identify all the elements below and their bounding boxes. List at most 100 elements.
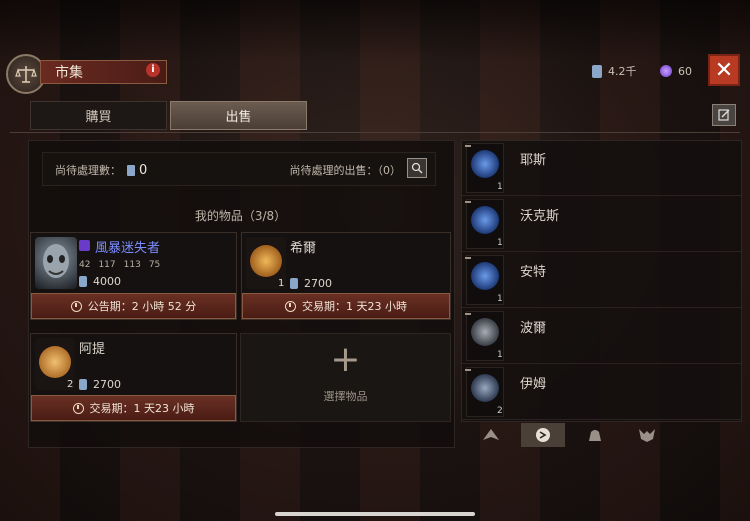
tab-category-misc[interactable] xyxy=(625,423,669,447)
tab-buy[interactable]: 購買 xyxy=(30,101,167,130)
home-indicator xyxy=(275,512,475,516)
rune-list-item[interactable]: 1 波爾 xyxy=(462,309,741,364)
rune-mark-icon xyxy=(465,201,471,209)
rune-list-item[interactable]: 2 伊姆 xyxy=(462,365,741,420)
clock-icon xyxy=(72,402,84,414)
close-button[interactable]: ✕ xyxy=(708,54,740,86)
item-price: 2700 xyxy=(290,277,332,290)
rune-name: 耶斯 xyxy=(520,153,547,168)
rune-slot: 1 xyxy=(465,255,504,305)
item-price: 4000 xyxy=(79,275,121,288)
price-value: 2700 xyxy=(304,277,332,290)
rune-list-item[interactable]: 1 耶斯 xyxy=(462,141,741,196)
price-coin-icon xyxy=(290,278,298,289)
rarity-gem-icon xyxy=(79,240,90,251)
item-stats: 42 117 113 75 xyxy=(79,260,160,270)
edit-list-button[interactable] xyxy=(712,104,736,126)
pending-count-label: 尚待處理數： xyxy=(55,164,121,177)
tab-divider xyxy=(10,132,740,133)
mask-glyph xyxy=(43,244,69,278)
select-item-slot[interactable]: + 選擇物品 xyxy=(240,333,451,422)
item-quantity: 1 xyxy=(278,278,285,289)
edit-icon xyxy=(718,109,730,121)
rune-mark-icon xyxy=(465,145,471,153)
pending-bar: 尚待處理數： 0 尚待處理的出售：（0） xyxy=(42,152,436,186)
pending-doc-icon xyxy=(127,164,135,176)
rune-mark-icon xyxy=(465,313,471,321)
rune-slot: 1 xyxy=(465,311,504,361)
rune-quantity: 2 xyxy=(497,406,503,416)
gem-icon xyxy=(660,65,672,77)
inventory-title: 我的物品（3/8） xyxy=(194,209,287,223)
rune-name: 沃克斯 xyxy=(520,209,560,224)
tab-category-gear[interactable] xyxy=(469,423,513,447)
item-quantity: 2 xyxy=(67,379,74,390)
rune-orb-icon xyxy=(471,374,499,402)
item-card-storm[interactable]: 風暴迷失者 42 117 113 75 4000 公告期：2 小時 52 分 xyxy=(30,232,237,320)
stat-value: 75 xyxy=(148,260,161,270)
rune-quantity: 1 xyxy=(497,238,503,248)
price-value: 4000 xyxy=(93,275,121,288)
listing-status-bar: 交易期：1 天23 小時 xyxy=(31,395,236,421)
listing-status-bar: 交易期：1 天23 小時 xyxy=(242,293,450,319)
status-text: 交易期：1 天23 小時 xyxy=(302,300,407,313)
rune-slot: 1 xyxy=(465,143,504,193)
item-name: 風暴迷失者 xyxy=(95,241,161,256)
rune-slot: 1 xyxy=(465,199,504,249)
price-coin-icon xyxy=(79,379,87,390)
rune-name: 伊姆 xyxy=(520,377,547,392)
select-item-label: 選擇物品 xyxy=(323,390,368,403)
rune-name: 安特 xyxy=(520,265,547,280)
rune-name: 波爾 xyxy=(520,321,547,336)
status-text: 交易期：1 天23 小時 xyxy=(89,402,195,415)
gold-currency: 4.2千 xyxy=(592,63,637,79)
stat-value: 117 xyxy=(98,260,116,270)
pending-count-group: 尚待處理數： 0 xyxy=(55,162,147,178)
info-icon[interactable]: i xyxy=(146,63,160,77)
gem-currency: 60 xyxy=(660,63,692,79)
pending-sales-button[interactable] xyxy=(407,158,427,178)
item-name: 希爾 xyxy=(290,241,317,256)
category-tabs xyxy=(461,422,740,448)
item-price: 2700 xyxy=(79,378,121,391)
bag-icon xyxy=(589,430,601,441)
armor-icon xyxy=(483,429,499,440)
pending-sales-label: 尚待處理的出售：（0） xyxy=(289,164,402,177)
stat-value: 42 xyxy=(79,260,91,270)
clock-icon xyxy=(285,300,296,312)
rune-list-panel: 1 耶斯 1 沃克斯 1 安特 1 波爾 2 伊姆 xyxy=(461,140,742,422)
gold-amount: 4.2千 xyxy=(608,65,637,78)
rune-orb-icon xyxy=(471,262,499,290)
rune-orb-icon xyxy=(471,206,499,234)
rune-orb-icon xyxy=(471,150,499,178)
demon-icon xyxy=(639,429,655,442)
helmet-item-icon xyxy=(35,237,77,289)
item-card-rune-1[interactable]: 1 希爾 2700 交易期：1 天23 小時 xyxy=(241,232,451,320)
item-card-rune-2[interactable]: 2 阿提 2700 交易期：1 天23 小時 xyxy=(30,333,237,422)
item-name: 阿提 xyxy=(79,342,106,357)
tab-sell[interactable]: 出售 xyxy=(170,101,307,130)
search-icon xyxy=(411,162,423,174)
plus-icon: + xyxy=(330,339,361,380)
stat-value: 113 xyxy=(123,260,141,270)
tab-category-runes[interactable] xyxy=(521,423,565,447)
rune-orb xyxy=(250,245,282,277)
rune-orb xyxy=(39,346,71,378)
rune-quantity: 1 xyxy=(497,294,503,304)
tab-category-materials[interactable] xyxy=(573,423,617,447)
gold-coin-icon xyxy=(592,64,602,78)
rune-list-item[interactable]: 1 安特 xyxy=(462,253,741,308)
page-title: 市集 xyxy=(55,65,83,81)
price-coin-icon xyxy=(79,276,87,287)
clock-icon xyxy=(70,300,82,312)
rune-list-item[interactable]: 1 沃克斯 xyxy=(462,197,741,252)
listing-status-bar: 公告期：2 小時 52 分 xyxy=(31,293,236,319)
rune-icon xyxy=(536,428,550,442)
gem-amount: 60 xyxy=(678,64,692,78)
rune-quantity: 1 xyxy=(497,350,503,360)
rune-quantity: 1 xyxy=(497,182,503,192)
rune-mark-icon xyxy=(465,369,471,377)
price-value: 2700 xyxy=(93,378,121,391)
rune-slot: 2 xyxy=(465,367,504,417)
status-text: 公告期：2 小時 52 分 xyxy=(87,300,197,313)
